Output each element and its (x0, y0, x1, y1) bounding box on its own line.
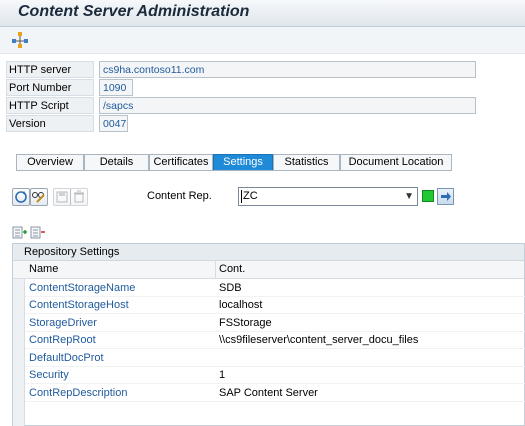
content-rep-value: ZC (243, 190, 258, 202)
content-rep-label: Content Rep. (147, 190, 212, 202)
table-header: Name Cont. (13, 261, 524, 279)
setting-value: \\cs9fileserver\content_server_docu_file… (219, 334, 419, 346)
setting-name: ContRepRoot (29, 334, 96, 346)
setting-name: ContentStorageName (29, 282, 136, 294)
tab-divider (16, 170, 452, 171)
setting-name: ContentStorageHost (29, 299, 129, 311)
execute-button[interactable] (437, 188, 454, 205)
setting-name: StorageDriver (29, 317, 97, 329)
save-icon (56, 191, 68, 203)
setting-value: localhost (219, 299, 263, 311)
tab-strip: Overview Details Certificates Settings S… (16, 154, 456, 170)
content-rep-select[interactable]: ZC ▼ (238, 187, 418, 206)
port-number-label: Port Number (6, 79, 94, 96)
repository-settings-table: Repository Settings Name Cont. ContentSt… (12, 243, 525, 426)
table-row[interactable]: DefaultDocProt (25, 350, 525, 367)
table-row[interactable]: ContentStorageHost localhost (25, 297, 525, 314)
setting-name: DefaultDocProt (29, 352, 104, 364)
column-header-cont[interactable]: Cont. (219, 263, 245, 275)
trash-icon (74, 190, 84, 203)
http-script-field[interactable]: /sapcs (99, 97, 476, 114)
setting-value: FSStorage (219, 317, 272, 329)
arrow-right-icon (441, 192, 451, 201)
tab-settings[interactable]: Settings (213, 154, 273, 170)
tab-details[interactable]: Details (84, 154, 149, 170)
version-label: Version (6, 115, 94, 132)
expand-all-icon[interactable] (12, 226, 28, 240)
table-row[interactable]: ContentStorageName SDB (25, 280, 525, 297)
tab-certificates[interactable]: Certificates (149, 154, 213, 170)
http-server-field[interactable]: cs9ha.contoso11.com (99, 61, 476, 78)
window-title: Content Server Administration (18, 3, 250, 20)
table-row[interactable]: ContRepDescription SAP Content Server (25, 385, 525, 402)
refresh-icon (15, 191, 27, 203)
column-header-name[interactable]: Name (29, 263, 58, 275)
glasses-pencil-icon (32, 192, 45, 203)
refresh-button[interactable] (12, 188, 30, 206)
tab-statistics[interactable]: Statistics (273, 154, 340, 170)
repository-settings-title: Repository Settings (13, 244, 524, 261)
save-button[interactable] (53, 188, 71, 206)
table-row[interactable]: ContRepRoot \\cs9fileserver\content_serv… (25, 332, 525, 349)
text-cursor (241, 190, 242, 203)
collapse-all-icon[interactable] (30, 226, 46, 240)
port-number-field[interactable]: 1090 (99, 79, 133, 96)
row-selector-column[interactable] (13, 279, 25, 426)
version-field[interactable]: 0047 (99, 115, 128, 132)
setting-value: SDB (219, 282, 242, 294)
chevron-down-icon[interactable]: ▼ (404, 188, 414, 205)
table-row[interactable]: Security 1 (25, 367, 525, 384)
setting-value: SAP Content Server (219, 387, 318, 399)
delete-button[interactable] (70, 188, 88, 206)
setting-name: ContRepDescription (29, 387, 128, 399)
application-toolbar (0, 27, 525, 54)
column-divider (215, 261, 216, 279)
table-row[interactable]: StorageDriver FSStorage (25, 315, 525, 332)
setting-value: 1 (219, 369, 226, 381)
http-server-label: HTTP server (6, 61, 94, 78)
http-script-label: HTTP Script (6, 97, 94, 114)
tab-overview[interactable]: Overview (16, 154, 84, 170)
setting-name: Security (29, 369, 69, 381)
layout-tree-icon[interactable] (11, 31, 29, 49)
title-bar: Content Server Administration (0, 0, 525, 27)
tab-document-location[interactable]: Document Location (340, 154, 452, 170)
status-indicator (422, 190, 434, 202)
display-change-button[interactable] (30, 188, 48, 206)
